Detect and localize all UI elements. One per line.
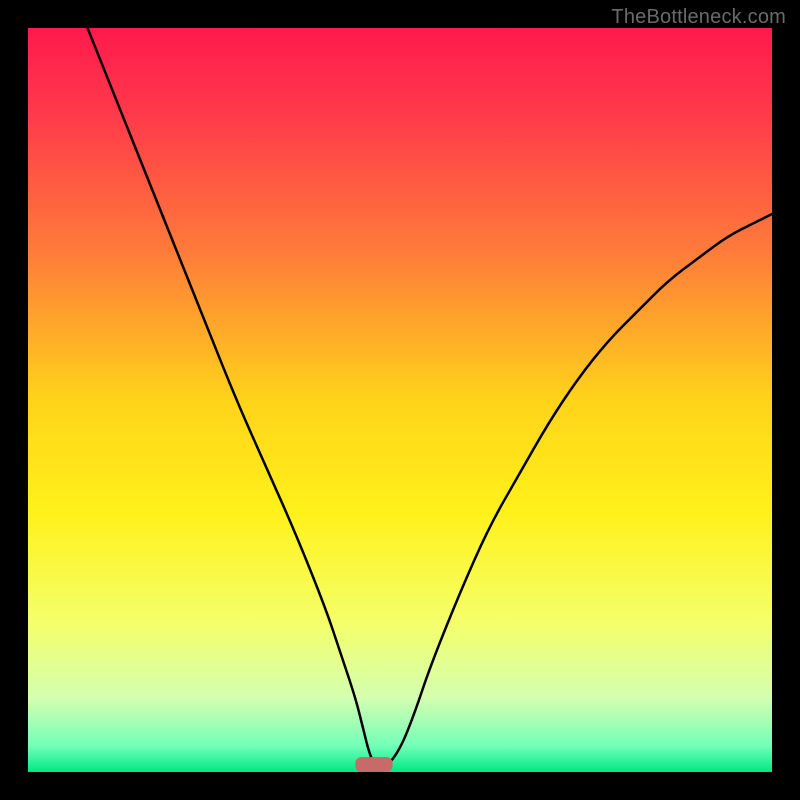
chart-frame: TheBottleneck.com xyxy=(0,0,800,800)
chart-plot-area xyxy=(28,28,772,772)
chart-svg xyxy=(28,28,772,772)
chart-background xyxy=(28,28,772,772)
minimum-marker xyxy=(355,757,392,772)
watermark-text: TheBottleneck.com xyxy=(611,6,786,29)
